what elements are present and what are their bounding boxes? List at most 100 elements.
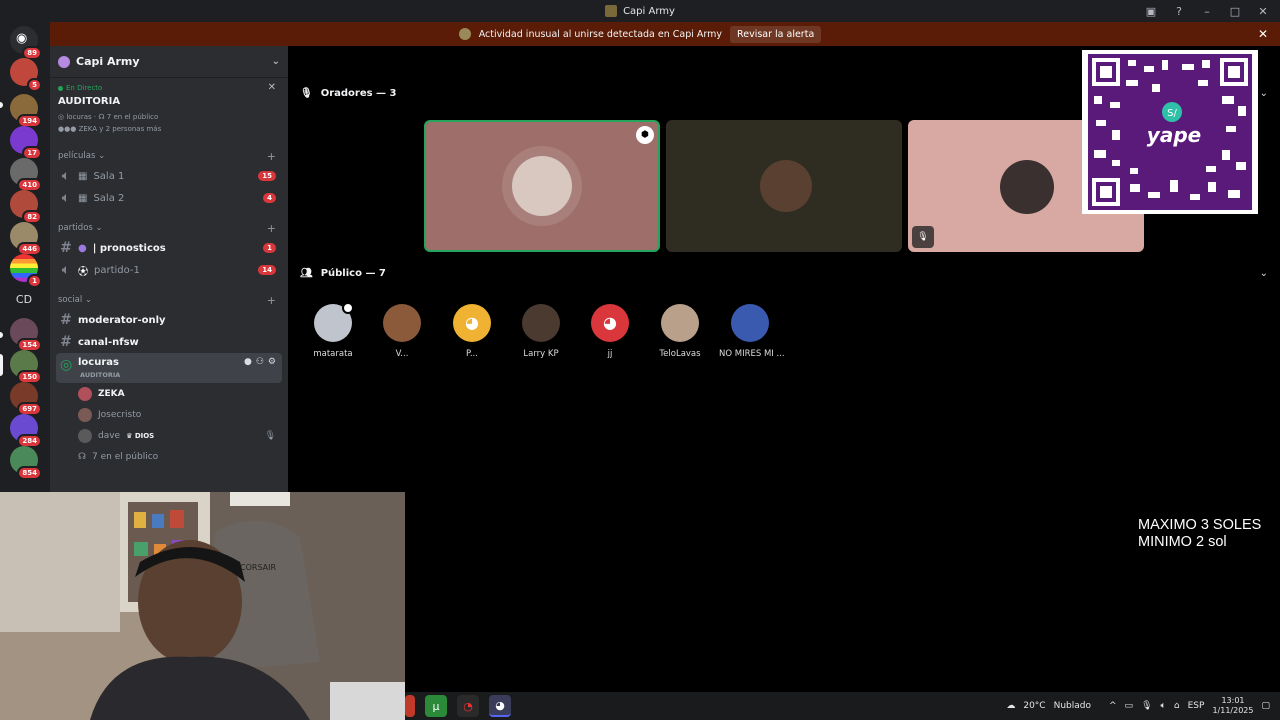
channel-moderator-only[interactable]: # moderator-only	[56, 309, 282, 331]
member-name: V...	[395, 349, 409, 359]
channel-sala-1[interactable]: 🔈︎ ▦ Sala 1 15	[56, 165, 282, 187]
chevron-down-icon[interactable]: ⌄	[1260, 268, 1268, 279]
soccer-ball-icon: ⚽︎	[78, 266, 88, 278]
audience-member[interactable]: ◕ jj	[580, 304, 640, 359]
category-social[interactable]: social ⌄ +	[50, 291, 288, 309]
guild-badge: 5	[27, 78, 42, 92]
stage-user[interactable]: dave ♛ DIOS 🎙︎	[50, 425, 288, 446]
home-button[interactable]: ◉ 89	[10, 26, 42, 60]
channel-canal-nfsw[interactable]: # canal-nfsw	[56, 331, 282, 353]
category-peliculas[interactable]: películas ⌄ +	[50, 147, 288, 165]
channel-name: | pronosticos	[92, 242, 166, 254]
category-label: películas	[58, 151, 96, 161]
audience-member[interactable]: TeloLavas	[650, 304, 710, 359]
member-name: matarata	[313, 349, 353, 359]
notification-icon[interactable]: ▢	[1261, 701, 1270, 711]
alert-icon	[458, 28, 471, 40]
system-tray: ☁︎ 20°C Nublado ^ ▭ 🎙︎ 🔈︎ ⌂ ESP 13:01 1/…	[1006, 692, 1270, 720]
minimize-button[interactable]: –	[1200, 5, 1214, 18]
stage-icon: ◎	[60, 357, 73, 373]
avatar	[383, 304, 421, 342]
guild-icon[interactable]: 17	[10, 126, 42, 160]
audience-summary[interactable]: ☊ 7 en el público	[50, 446, 288, 467]
guild-icon[interactable]: 854	[10, 446, 42, 480]
add-channel-icon[interactable]: +	[267, 222, 276, 235]
volume-icon[interactable]: 🔈︎	[1161, 701, 1166, 711]
add-channel-icon[interactable]: +	[267, 294, 276, 307]
category-partidos[interactable]: partidos ⌄ +	[50, 219, 288, 237]
window-controls: ▣ ? – □ ✕	[1144, 0, 1280, 22]
help-icon[interactable]: ?	[1172, 5, 1186, 18]
guild-badge: 1	[27, 274, 42, 288]
live-speakers: ZEKA y 2 personas más	[78, 125, 162, 133]
live-info: ◎ locuras · ☊ 7 en el público	[58, 113, 159, 121]
clapper-icon: ▦	[78, 192, 88, 204]
speakers-header[interactable]: 🎙︎ Oradores — 3	[300, 88, 397, 99]
add-channel-icon[interactable]: +	[267, 150, 276, 163]
close-alert-icon[interactable]: ✕	[1258, 27, 1268, 41]
guild-icon[interactable]: 194	[10, 94, 42, 128]
close-icon[interactable]: ✕	[268, 82, 276, 93]
mic-icon: 🎙︎	[1141, 701, 1153, 711]
chat-icon[interactable]: ●	[244, 357, 252, 367]
audience-member[interactable]: ◕ P...	[442, 304, 502, 359]
speaker-tile[interactable]: ⬢	[424, 120, 660, 252]
network-icon[interactable]: ⌂	[1174, 701, 1180, 711]
live-stage-card[interactable]: En Directo AUDITORIA ◎ locuras · ☊ 7 en …	[50, 78, 288, 137]
avatar	[512, 156, 572, 216]
invite-icon[interactable]: ⚇	[256, 357, 264, 367]
audience-member[interactable]: Larry KP	[511, 304, 571, 359]
people-icon: 👥︎	[300, 268, 313, 279]
price-overlay: MAXIMO 3 SOLES MINIMO 2 sol	[1138, 517, 1261, 551]
audience-header[interactable]: 👥︎ Público — 7	[300, 268, 386, 279]
close-button[interactable]: ✕	[1256, 5, 1270, 18]
mention-badge: 4	[263, 193, 276, 203]
taskbar-app-icon[interactable]	[405, 695, 415, 717]
chevron-up-icon[interactable]: ^	[1109, 701, 1117, 711]
server-header[interactable]: Capi Army ⌄	[50, 46, 288, 78]
review-alert-button[interactable]: Revisar la alerta	[730, 25, 822, 43]
maximize-button[interactable]: □	[1228, 5, 1242, 18]
svg-text:yape: yape	[1147, 123, 1201, 147]
audience-member[interactable]: V...	[372, 304, 432, 359]
qr-code-graphic: S/ yape	[1088, 54, 1252, 210]
inbox-icon[interactable]: ▣	[1144, 5, 1158, 18]
audience-member[interactable]: matarata	[303, 302, 363, 359]
guild-icon[interactable]: 410	[10, 158, 42, 192]
speaker-tile[interactable]	[666, 120, 902, 252]
crystal-ball-icon: ●	[78, 242, 87, 254]
gear-icon[interactable]: ⚙	[268, 357, 276, 367]
category-label: partidos	[58, 223, 93, 233]
moderator-icon: ⬢	[636, 126, 654, 144]
channel-pronosticos[interactable]: # ● | pronosticos 1	[56, 237, 282, 259]
channel-sidebar: Capi Army ⌄ En Directo AUDITORIA ◎ locur…	[50, 46, 288, 492]
live-audience: 7 en el público	[106, 113, 159, 121]
guild-icon[interactable]: 150	[10, 350, 42, 384]
guild-text-icon[interactable]: CD	[10, 286, 38, 314]
stage-user[interactable]: Josecristo	[50, 404, 288, 425]
channel-locuras[interactable]: ◎ locuras AUDITORIA ● ⚇ ⚙	[56, 353, 282, 383]
guild-icon[interactable]: 1	[10, 254, 42, 288]
overlay-line-1: MAXIMO 3 SOLES	[1138, 517, 1262, 533]
discord-taskbar-icon[interactable]: ◕	[489, 695, 511, 717]
app-icon[interactable]: ◔	[457, 695, 479, 717]
language-indicator[interactable]: ESP	[1188, 701, 1205, 711]
guild-icon[interactable]: 5	[10, 58, 42, 92]
guild-icon[interactable]: 697	[10, 382, 42, 416]
channel-name: canal-nfsw	[78, 336, 139, 348]
clock[interactable]: 13:01 1/11/2025	[1212, 696, 1253, 716]
channel-actions: ● ⚇ ⚙	[244, 357, 276, 367]
stage-user[interactable]: ZEKA	[50, 383, 288, 404]
channel-name: partido-1	[94, 264, 140, 276]
channel-partido-1[interactable]: 🔈︎ ⚽︎ partido-1 14	[56, 259, 282, 281]
guild-icon[interactable]: 154	[10, 318, 42, 352]
utorrent-icon[interactable]: μ	[425, 695, 447, 717]
guild-icon[interactable]: 284	[10, 414, 42, 448]
member-name: TeloLavas	[659, 349, 701, 359]
weather-temp: 20°C	[1023, 701, 1046, 711]
guild-icon[interactable]: 82	[10, 190, 42, 224]
chevron-down-icon[interactable]: ⌄	[1260, 88, 1268, 99]
audience-member[interactable]: NO MIRES MI ...	[719, 304, 785, 359]
guild-icon[interactable]: 446	[10, 222, 42, 256]
channel-sala-2[interactable]: 🔈︎ ▦ Sala 2 4	[56, 187, 282, 209]
